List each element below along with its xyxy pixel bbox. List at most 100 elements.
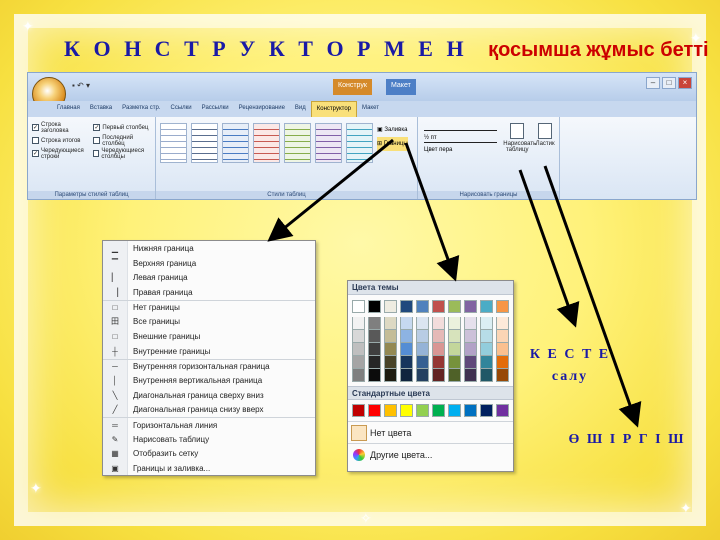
minimize-icon[interactable]: – [646,77,660,89]
color-swatch[interactable] [352,369,365,382]
color-swatch[interactable] [384,369,397,382]
color-swatch[interactable] [432,356,445,369]
table-style-swatch[interactable] [315,123,342,163]
color-swatch[interactable] [368,369,381,382]
color-swatch[interactable] [496,369,509,382]
color-swatch[interactable] [496,404,509,417]
color-swatch[interactable] [400,300,413,313]
color-swatch[interactable] [432,317,445,330]
color-swatch[interactable] [368,300,381,313]
color-swatch[interactable] [464,317,477,330]
tab-view[interactable]: Вид [290,101,311,117]
color-swatch[interactable] [480,404,493,417]
color-swatch[interactable] [448,330,461,343]
color-swatch[interactable] [384,317,397,330]
border-menu-item[interactable]: ▦ Отобразить сетку [103,447,315,462]
shading-button[interactable]: ▣ Заливка [377,123,408,137]
check-header-row[interactable]: ✓ Строка заголовка [32,121,89,134]
color-swatch[interactable] [368,343,381,356]
eraser-button[interactable]: Ластик [531,117,559,159]
border-menu-item[interactable]: │ Внутренняя вертикальная граница [103,373,315,388]
border-menu-item[interactable]: ▣ Границы и заливка... [103,461,315,475]
color-swatch[interactable] [480,330,493,343]
color-swatch[interactable] [448,343,461,356]
color-swatch[interactable] [432,369,445,382]
border-menu-item[interactable]: ╲ Диагональная граница сверху вниз [103,388,315,403]
color-swatch[interactable] [384,300,397,313]
color-swatch[interactable] [352,300,365,313]
tab-mailings[interactable]: Рассылки [197,101,234,117]
color-swatch[interactable] [416,317,429,330]
borders-button[interactable]: ⊞ Границы [377,137,408,151]
check-banded-rows[interactable]: ✓ Чередующиеся строки [32,147,89,160]
color-swatch[interactable] [448,300,461,313]
color-swatch[interactable] [400,317,413,330]
border-menu-item[interactable]: □ Внешние границы [103,329,315,344]
color-swatch[interactable] [432,404,445,417]
color-swatch[interactable] [464,356,477,369]
check-total-row[interactable]: Строка итогов [32,134,89,147]
color-swatch[interactable] [400,330,413,343]
color-swatch[interactable] [368,404,381,417]
context-tab-design[interactable]: Конструк [333,79,372,95]
color-swatch[interactable] [448,317,461,330]
border-menu-item[interactable]: ▕ Правая граница [103,285,315,300]
border-menu-item[interactable]: ▔ Верхняя граница [103,256,315,271]
color-swatch[interactable] [384,404,397,417]
tab-insert[interactable]: Вставка [85,101,117,117]
color-swatch[interactable] [480,317,493,330]
border-menu-item[interactable]: ▁ Нижняя граница [103,241,315,256]
color-swatch[interactable] [416,356,429,369]
color-swatch[interactable] [352,356,365,369]
color-swatch[interactable] [416,369,429,382]
table-style-swatch[interactable] [191,123,218,163]
maximize-icon[interactable]: □ [662,77,676,89]
color-swatch[interactable] [480,356,493,369]
border-menu-item[interactable]: ═ Горизонтальная линия [103,417,315,432]
check-banded-columns[interactable]: Чередующиеся столбцы [93,147,155,160]
pen-color-button[interactable]: Цвет пера [424,147,497,155]
color-swatch[interactable] [352,317,365,330]
color-swatch[interactable] [480,300,493,313]
tab-review[interactable]: Рецензирование [234,101,290,117]
color-swatch[interactable] [464,343,477,356]
border-menu-item[interactable]: ┼ Внутренние границы [103,344,315,359]
tab-layout[interactable]: Макет [357,101,384,117]
table-style-swatch[interactable] [346,123,373,163]
draw-table-button[interactable]: Нарисовать таблицу [503,117,536,159]
table-style-swatch[interactable] [160,123,187,163]
color-swatch[interactable] [384,356,397,369]
color-swatch[interactable] [400,369,413,382]
color-swatch[interactable] [400,356,413,369]
color-swatch[interactable] [432,343,445,356]
table-style-swatch[interactable] [222,123,249,163]
border-menu-item[interactable]: ╱ Диагональная граница снизу вверх [103,403,315,418]
check-last-column[interactable]: Последний столбец [93,134,155,147]
check-first-column[interactable]: ✓ Первый столбец [93,121,155,134]
color-swatch[interactable] [400,404,413,417]
color-swatch[interactable] [464,369,477,382]
color-swatch[interactable] [464,330,477,343]
color-swatch[interactable] [400,343,413,356]
color-swatch[interactable] [480,343,493,356]
color-swatch[interactable] [480,369,493,382]
color-swatch[interactable] [448,356,461,369]
table-style-swatch[interactable] [284,123,311,163]
table-style-swatch[interactable] [253,123,280,163]
color-swatch[interactable] [432,300,445,313]
color-swatch[interactable] [496,343,509,356]
color-swatch[interactable] [416,300,429,313]
color-swatch[interactable] [368,330,381,343]
no-color-option[interactable]: Нет цвета [348,421,513,443]
color-swatch[interactable] [448,404,461,417]
border-menu-item[interactable]: ─ Внутренняя горизонтальная граница [103,358,315,374]
color-swatch[interactable] [496,330,509,343]
line-weight-select[interactable]: ½ пт [424,135,498,143]
close-icon[interactable]: × [678,77,692,89]
tab-references[interactable]: Ссылки [166,101,197,117]
color-swatch[interactable] [384,343,397,356]
line-style-select[interactable] [424,123,498,131]
tab-design[interactable]: Конструктор [310,101,357,117]
more-colors-option[interactable]: Другие цвета... [348,443,513,465]
color-swatch[interactable] [352,330,365,343]
